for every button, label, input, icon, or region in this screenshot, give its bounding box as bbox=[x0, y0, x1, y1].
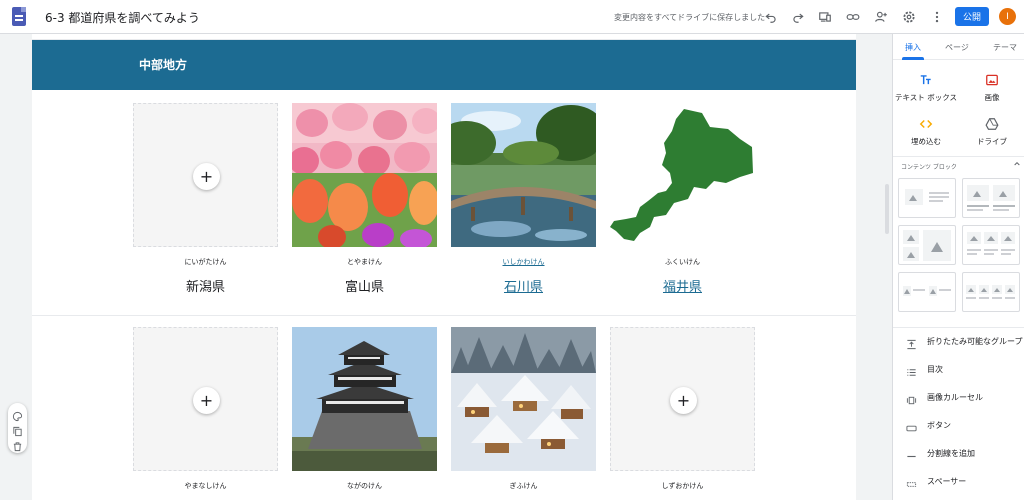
spacer-icon bbox=[906, 475, 917, 487]
layout-block-three-columns[interactable] bbox=[962, 225, 1020, 265]
section-divider bbox=[32, 315, 856, 316]
snow-village-image[interactable] bbox=[451, 327, 596, 471]
kana-label: しずおかけん bbox=[661, 482, 704, 490]
sites-logo-icon[interactable] bbox=[12, 7, 26, 26]
panel-tabs: 挿入 ページ テーマ bbox=[893, 34, 1024, 60]
publish-button[interactable]: 公開 bbox=[955, 7, 989, 26]
castle-image[interactable] bbox=[292, 327, 437, 471]
insert-table-of-contents[interactable]: 目次 bbox=[893, 359, 1024, 379]
garden-bridge-image[interactable] bbox=[451, 103, 596, 247]
kana-label: ぎふけん bbox=[509, 482, 538, 490]
section-header[interactable]: 中部地方 bbox=[32, 40, 856, 90]
kana-label: ながのけん bbox=[347, 482, 382, 490]
collapsible-icon bbox=[906, 335, 917, 350]
insert-image-label: 画像 bbox=[984, 93, 1000, 102]
image-placeholder[interactable]: + bbox=[133, 327, 278, 471]
preview-icon[interactable] bbox=[816, 8, 834, 26]
palette-icon[interactable] bbox=[12, 407, 23, 422]
add-image-button[interactable]: + bbox=[670, 387, 697, 414]
layout-block-image-grid[interactable] bbox=[898, 225, 956, 265]
tulip-image[interactable] bbox=[292, 103, 437, 247]
tab-pages[interactable]: ページ bbox=[945, 42, 969, 53]
more-icon[interactable] bbox=[928, 8, 946, 26]
add-image-button[interactable]: + bbox=[193, 163, 220, 190]
kana-label: にいがたけん bbox=[184, 258, 227, 266]
insert-text-box-label: テキスト ボックス bbox=[895, 93, 957, 102]
panel-separator bbox=[893, 327, 1024, 328]
carousel-icon bbox=[906, 391, 917, 405]
avatar[interactable]: I bbox=[999, 8, 1016, 25]
insert-drive[interactable]: ドライブ bbox=[959, 116, 1024, 147]
undo-icon[interactable] bbox=[762, 8, 780, 26]
section-title[interactable]: 中部地方 bbox=[139, 56, 187, 73]
share-icon[interactable] bbox=[872, 8, 890, 26]
image-placeholder[interactable]: + bbox=[133, 103, 278, 247]
insert-panel: 挿入 ページ テーマ テキスト ボックス 画像 埋め込む ドライブ コンテンツ … bbox=[892, 34, 1024, 500]
save-status: 変更内容をすべてドライブに保存しました bbox=[614, 13, 766, 22]
layout-block-image-text[interactable] bbox=[898, 178, 956, 218]
insert-collapsible-group[interactable]: 折りたたみ可能なグループ bbox=[893, 331, 1024, 351]
section-tools bbox=[8, 403, 27, 453]
embed-icon bbox=[919, 116, 933, 130]
divider-label: 分割線を追加 bbox=[927, 449, 975, 458]
top-bar: 6-3 都道府県を調べてみよう 変更内容をすべてドライブに保存しました 公開 I bbox=[0, 0, 1024, 34]
redo-icon[interactable] bbox=[789, 8, 807, 26]
kana-label: とやまけん bbox=[347, 258, 382, 266]
image-placeholder[interactable]: + bbox=[610, 327, 755, 471]
content-blocks-title: コンテンツ ブロック bbox=[901, 164, 957, 171]
insert-text-box[interactable]: テキスト ボックス bbox=[893, 72, 959, 103]
insert-image[interactable]: 画像 bbox=[959, 72, 1024, 103]
carousel-label: 画像カルーセル bbox=[927, 393, 983, 402]
delete-icon[interactable] bbox=[12, 437, 23, 452]
drive-icon bbox=[985, 116, 999, 130]
collapsible-label: 折りたたみ可能なグループ bbox=[927, 337, 1023, 346]
tab-insert[interactable]: 挿入 bbox=[905, 42, 921, 53]
insert-spacer[interactable]: スペーサー bbox=[893, 471, 1024, 491]
insert-drive-label: ドライブ bbox=[977, 137, 1007, 146]
active-tab-indicator bbox=[902, 57, 924, 60]
document-title[interactable]: 6-3 都道府県を調べてみよう bbox=[45, 9, 200, 26]
add-image-button[interactable]: + bbox=[193, 387, 220, 414]
button-icon bbox=[906, 419, 917, 432]
prefecture-link[interactable]: 福井県 bbox=[610, 276, 755, 295]
layout-block-two-images[interactable] bbox=[962, 178, 1020, 218]
duplicate-icon[interactable] bbox=[12, 422, 23, 437]
content-blocks-header[interactable]: コンテンツ ブロック bbox=[893, 156, 1024, 171]
spacer-label: スペーサー bbox=[927, 477, 967, 486]
settings-icon[interactable] bbox=[900, 8, 918, 26]
toc-icon bbox=[906, 363, 917, 376]
tab-themes[interactable]: テーマ bbox=[993, 42, 1017, 53]
insert-image-carousel[interactable]: 画像カルーセル bbox=[893, 387, 1024, 407]
prefecture-name: 新潟県 bbox=[185, 280, 225, 295]
canvas-scrollbar[interactable] bbox=[885, 184, 889, 234]
insert-divider[interactable]: 分割線を追加 bbox=[893, 443, 1024, 463]
insert-button[interactable]: ボタン bbox=[893, 415, 1024, 435]
prefecture-link[interactable]: 石川県 bbox=[451, 276, 596, 295]
kana-label: やまなしけん bbox=[184, 482, 227, 490]
fukui-map-image[interactable] bbox=[610, 103, 755, 247]
kana-link[interactable]: いしかわけん bbox=[451, 257, 596, 267]
link-icon[interactable] bbox=[844, 8, 862, 26]
insert-embed[interactable]: 埋め込む bbox=[893, 116, 959, 147]
divider-icon bbox=[906, 447, 917, 458]
prefecture-name: 富山県 bbox=[344, 280, 384, 295]
button-label: ボタン bbox=[927, 421, 951, 430]
text-box-icon bbox=[919, 72, 933, 86]
toc-label: 目次 bbox=[927, 365, 943, 374]
kana-label: ふくいけん bbox=[665, 258, 700, 266]
image-icon bbox=[985, 72, 999, 86]
chevron-up-icon[interactable] bbox=[1013, 160, 1021, 170]
layout-block-two-text[interactable] bbox=[898, 272, 956, 312]
layout-block-four-columns[interactable] bbox=[962, 272, 1020, 312]
insert-embed-label: 埋め込む bbox=[911, 137, 941, 146]
